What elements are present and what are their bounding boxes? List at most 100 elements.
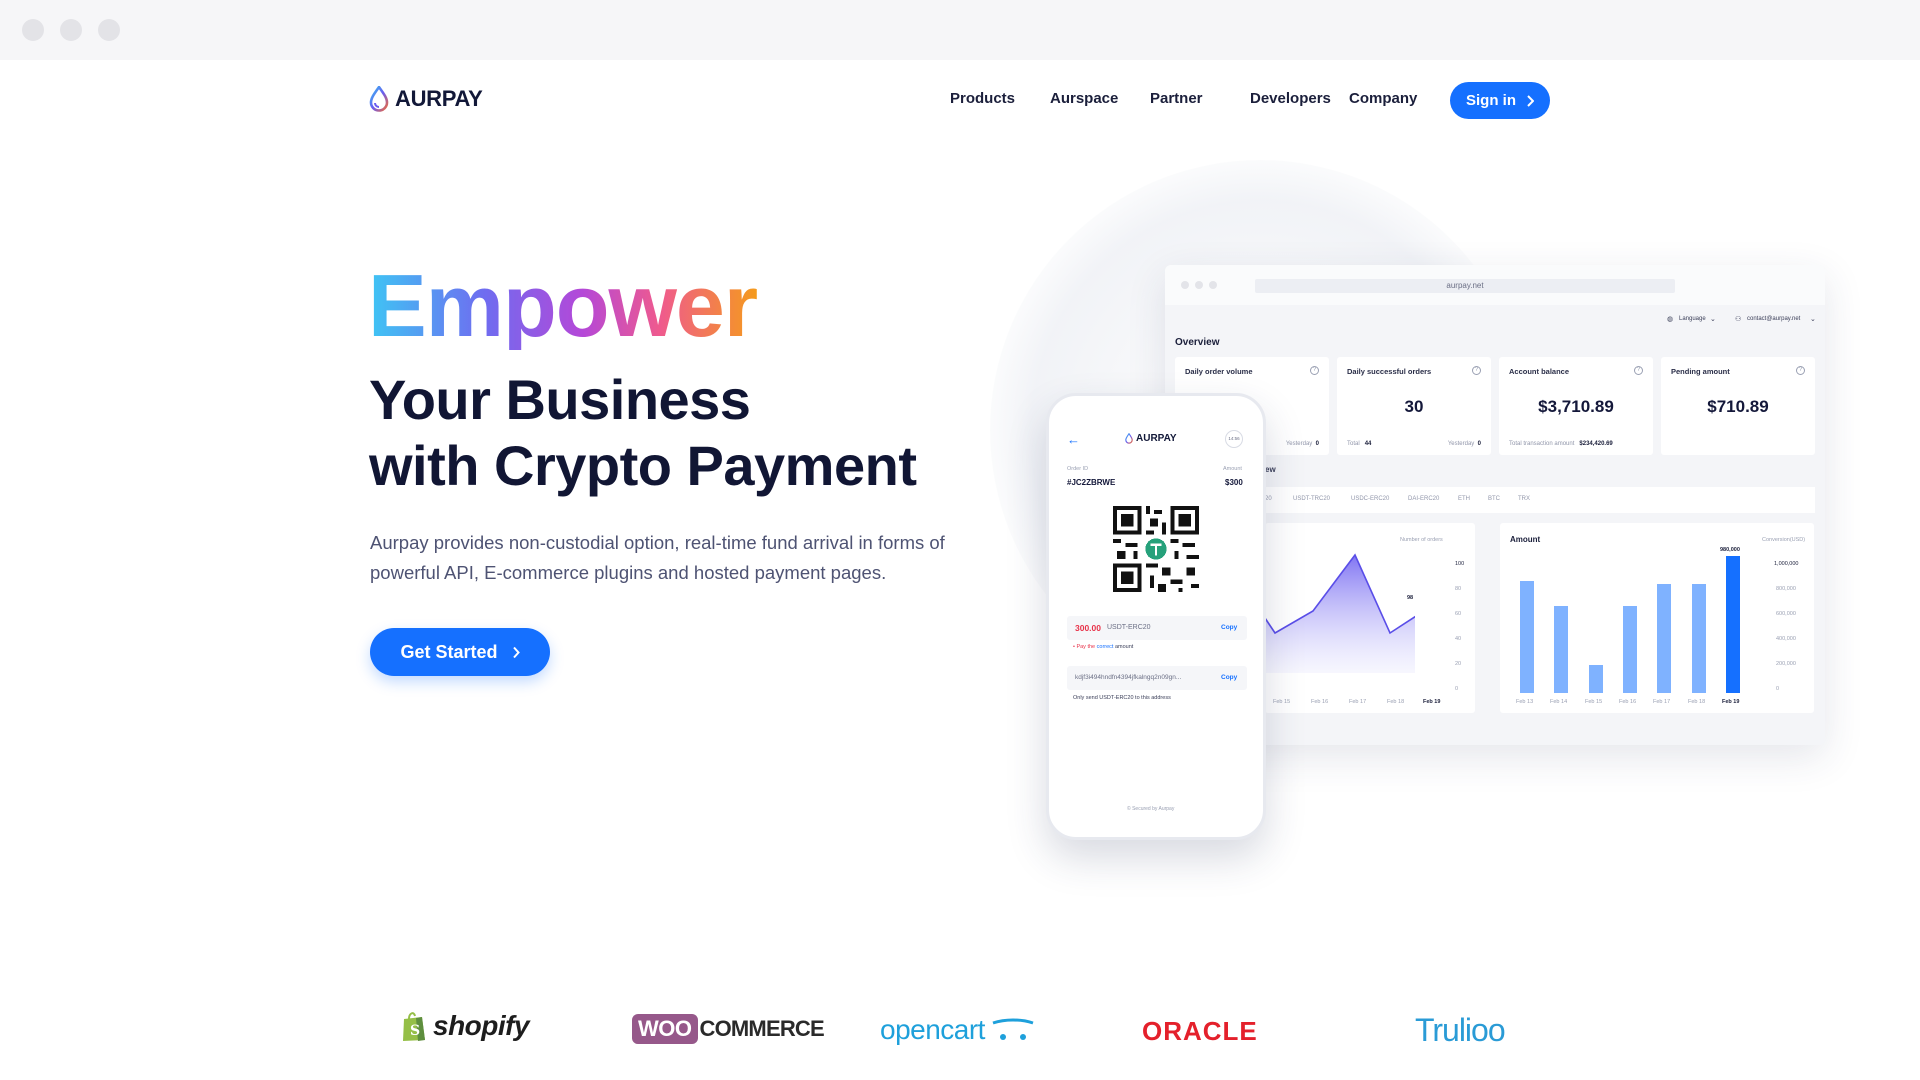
help-icon: ? bbox=[1634, 366, 1643, 375]
amount-bar bbox=[1726, 556, 1740, 693]
wallet-address: kdjf3i494hndfn4394jfkalngq2n09gn... bbox=[1075, 674, 1182, 681]
card-title: Pending amount bbox=[1671, 367, 1730, 376]
amount-bar bbox=[1520, 581, 1534, 693]
orders-y-tick: 0 bbox=[1455, 686, 1459, 692]
currency-tab[interactable]: USDT-TRC20 bbox=[1293, 496, 1330, 502]
chevron-right-icon bbox=[1527, 94, 1534, 107]
amount-chart-title: Amount bbox=[1510, 535, 1541, 544]
amount-bar bbox=[1692, 584, 1706, 693]
card-value: 30 bbox=[1404, 397, 1424, 416]
amount-axis-title: Conversion(USD) bbox=[1762, 537, 1806, 543]
amount-value: $300 bbox=[1225, 478, 1243, 487]
language-selector: Language bbox=[1679, 316, 1706, 322]
amount-bar bbox=[1554, 606, 1568, 693]
window-maximize-button[interactable] bbox=[98, 19, 120, 41]
brand-logo[interactable]: AURPAY bbox=[369, 86, 483, 112]
currency-tab[interactable]: 20 bbox=[1265, 496, 1272, 502]
get-started-label: Get Started bbox=[400, 641, 498, 662]
partner-woocommerce-logo: WOO COMMERCE bbox=[632, 1014, 825, 1044]
chevron-right-icon bbox=[512, 646, 520, 658]
amount-label: Amount bbox=[1223, 466, 1242, 472]
window-minimize-button[interactable] bbox=[60, 19, 82, 41]
partner-oracle-logo: ORACLE bbox=[1142, 1016, 1258, 1046]
currency-tab[interactable]: ETH bbox=[1458, 496, 1470, 502]
dashboard-titlebar: aurpay.net bbox=[1165, 265, 1825, 305]
amount-bars: 980,000 bbox=[1510, 547, 1750, 693]
amount-y-tick: 600,000 bbox=[1776, 611, 1796, 617]
mock-window-dot bbox=[1195, 281, 1203, 289]
nav-partner[interactable]: Partner bbox=[1150, 90, 1203, 107]
orders-y-tick: 20 bbox=[1455, 661, 1462, 667]
mock-url-bar: aurpay.net bbox=[1255, 279, 1675, 293]
currency-tab[interactable]: DAI-ERC20 bbox=[1408, 496, 1439, 502]
card-value: $710.89 bbox=[1707, 397, 1769, 416]
phone-footer: © Secured by Aurpay bbox=[1127, 806, 1175, 812]
amount-bar bbox=[1657, 584, 1671, 693]
copy-address-button[interactable]: Copy bbox=[1221, 674, 1237, 681]
brand-name: AURPAY bbox=[395, 86, 483, 111]
order-id-label: Order ID bbox=[1067, 466, 1089, 472]
currency-tabs: 20 USDT-TRC20 USDC-ERC20 DAI-ERC20 ETH B… bbox=[1265, 487, 1815, 513]
back-arrow-icon: ← bbox=[1067, 432, 1080, 447]
card-foot-left: Total 44 bbox=[1347, 441, 1372, 447]
payment-qr-code bbox=[1113, 506, 1199, 592]
account-email: contact@aurpay.net bbox=[1747, 316, 1801, 322]
amount-x-label: Feb 19 bbox=[1722, 699, 1740, 705]
countdown-timer: 14:56 bbox=[1225, 430, 1243, 448]
nav-products[interactable]: Products bbox=[950, 90, 1015, 107]
amount-y-tick: 800,000 bbox=[1776, 586, 1796, 592]
currency-tab[interactable]: TRX bbox=[1518, 496, 1530, 502]
chevron-down-icon: ⌄ bbox=[1810, 316, 1816, 323]
nav-developers[interactable]: Developers bbox=[1250, 90, 1331, 107]
help-icon: ? bbox=[1796, 366, 1805, 375]
hero-headline-line1: Your Business bbox=[369, 368, 751, 431]
address-box: kdjf3i494hndfn4394jfkalngq2n09gn... Copy bbox=[1067, 666, 1247, 690]
amount-x-labels: Feb 13 Feb 14 Feb 15 Feb 16 Feb 17 Feb 18 Feb … bbox=[1510, 699, 1750, 709]
currency-tab[interactable]: BTC bbox=[1488, 496, 1500, 502]
browser-chrome bbox=[0, 0, 1920, 60]
currency-tab[interactable]: USDC-ERC20 bbox=[1351, 496, 1389, 502]
card-foot-left: Total transaction amount $234,420.69 bbox=[1509, 441, 1613, 447]
overview-title: Overview bbox=[1175, 337, 1220, 348]
amount-peak-label: 980,000 bbox=[1720, 547, 1740, 553]
help-icon: ? bbox=[1310, 366, 1319, 375]
card-title: Daily successful orders bbox=[1347, 367, 1432, 376]
copy-amount-button[interactable]: Copy bbox=[1221, 624, 1237, 631]
partner-shopify-logo: S shopify bbox=[401, 1010, 530, 1042]
orders-axis-title: Number of orders bbox=[1400, 537, 1443, 543]
partner-opencart-logo: opencart bbox=[880, 1014, 1035, 1046]
help-icon: ? bbox=[1472, 366, 1481, 375]
orders-y-tick: 80 bbox=[1455, 586, 1462, 592]
section-title-partial: ew bbox=[1265, 465, 1276, 474]
amount-x-label: Feb 17 bbox=[1653, 699, 1671, 705]
amount-x-label: Feb 14 bbox=[1550, 699, 1568, 705]
orders-x-label: Feb 18 bbox=[1387, 699, 1405, 705]
get-started-button[interactable]: Get Started bbox=[370, 628, 550, 676]
order-id-value: #JC2ZBRWE bbox=[1067, 478, 1116, 487]
amount-x-label: Feb 13 bbox=[1516, 699, 1534, 705]
pay-note: • Pay the correct amount bbox=[1073, 644, 1134, 650]
hero-description: Aurpay provides non-custodial option, re… bbox=[370, 532, 945, 583]
droplet-logo-icon bbox=[369, 86, 389, 112]
amount-chart: Amount Conversion(USD) 980,000 1,000,000… bbox=[1500, 523, 1814, 713]
address-note: Only send USDT-ERC20 to this address bbox=[1073, 695, 1171, 701]
user-icon: ⚇ bbox=[1735, 316, 1742, 323]
amount-y-tick: 0 bbox=[1776, 686, 1780, 692]
window-close-button[interactable] bbox=[22, 19, 44, 41]
mock-window-dot bbox=[1181, 281, 1189, 289]
nav-aurspace[interactable]: Aurspace bbox=[1050, 90, 1118, 107]
orders-area-plot bbox=[1265, 553, 1415, 673]
nav-company[interactable]: Company bbox=[1349, 90, 1417, 107]
card-title: Daily order volume bbox=[1185, 367, 1253, 376]
amount-y-tick: 200,000 bbox=[1776, 661, 1796, 667]
hero-highlight-title: Empower bbox=[368, 256, 758, 355]
card-foot-right: Yesterday 0 bbox=[1285, 441, 1319, 447]
sign-in-button[interactable]: Sign in bbox=[1450, 82, 1550, 119]
pay-amount-box: 300.00 USDT-ERC20 Copy bbox=[1067, 616, 1247, 640]
hero-headline-line2: with Crypto Payment bbox=[369, 434, 917, 497]
amount-y-tick: 400,000 bbox=[1776, 636, 1796, 642]
pay-amount-currency: USDT-ERC20 bbox=[1107, 624, 1151, 631]
card-foot-right: Yesterday 0 bbox=[1447, 441, 1481, 447]
orders-y-tick: 40 bbox=[1455, 636, 1462, 642]
phone-mockup: ← AURPAY 14:56 Order ID #JC2ZBRWE Amount… bbox=[1046, 393, 1266, 840]
